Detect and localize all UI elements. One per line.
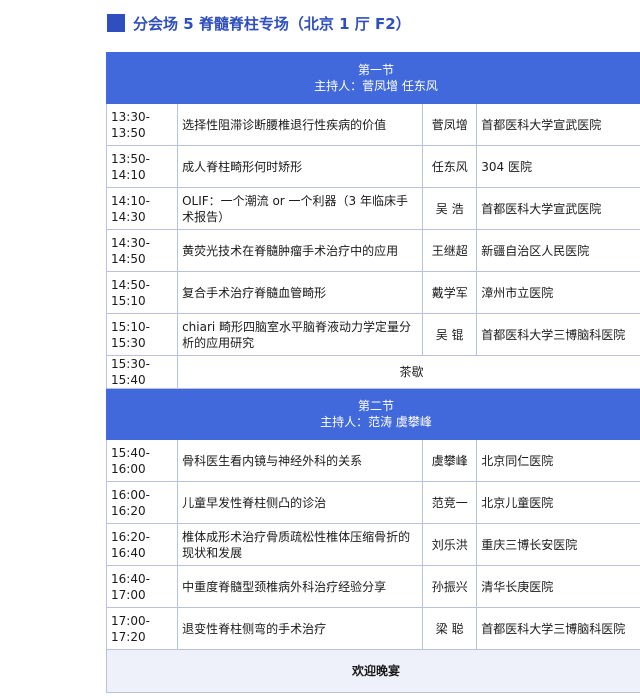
- talk-speaker: 范竞一: [422, 481, 478, 524]
- talk-institution: 首都医科大学宣武医院: [476, 103, 640, 146]
- talk-institution: 北京同仁医院: [476, 439, 640, 482]
- talk-speaker: 王继超: [422, 229, 478, 272]
- session-hosts: 主持人：菅凤增 任东风: [314, 79, 438, 93]
- session-header: 第二节 主持人：范涛 虞攀峰: [106, 388, 640, 440]
- talk-topic: 骨科医生看内镜与神经外科的关系: [177, 439, 424, 482]
- talk-speaker: 戴学军: [422, 271, 478, 314]
- talk-time: 16:40-17:00: [105, 565, 179, 608]
- talk-speaker: 刘乐洪: [422, 523, 478, 566]
- talk-topic: chiari 畸形四脑室水平脑脊液动力学定量分析的应用研究: [177, 313, 424, 356]
- talk-institution: 漳州市立医院: [476, 271, 640, 314]
- talk-time: 17:00-17:20: [105, 607, 179, 650]
- banquet-row: 欢迎晚宴: [106, 649, 640, 693]
- talk-institution: 首都医科大学三博脑科医院: [476, 313, 640, 356]
- talk-topic: 复合手术治疗脊髓血管畸形: [177, 271, 424, 314]
- talk-speaker: 孙振兴: [422, 565, 478, 608]
- talk-institution: 首都医科大学宣武医院: [476, 187, 640, 230]
- talk-speaker: 吴 浩: [422, 187, 478, 230]
- session-name: 第二节: [357, 399, 394, 413]
- break-row: 15:30-15:40 茶歇: [105, 355, 640, 389]
- talk-time: 15:40-16:00: [105, 439, 179, 482]
- talk-topic: 儿童早发性脊柱侧凸的诊治: [177, 481, 424, 524]
- talk-speaker: 梁 聪: [422, 607, 478, 650]
- talk-topic: 黄荧光技术在脊髓肿瘤手术治疗中的应用: [177, 229, 424, 272]
- talk-institution: 304 医院: [476, 145, 640, 188]
- talk-speaker: 任东风: [422, 145, 478, 188]
- talk-institution: 北京儿童医院: [476, 481, 640, 524]
- talk-institution: 新疆自治区人民医院: [476, 229, 640, 272]
- table-row: 14:50-15:10 复合手术治疗脊髓血管畸形 戴学军 漳州市立医院: [105, 271, 640, 314]
- talk-topic: 退变性脊柱侧弯的手术治疗: [177, 607, 424, 650]
- schedule-table: 第一节 主持人：菅凤增 任东风 13:30-13:50 选择性阻滞诊断腰椎退行性…: [105, 52, 640, 693]
- talk-speaker: 虞攀峰: [422, 439, 478, 482]
- table-row: 13:30-13:50 选择性阻滞诊断腰椎退行性疾病的价值 菅凤增 首都医科大学…: [105, 103, 640, 146]
- table-row: 14:10-14:30 OLIF：一个潮流 or 一个利器（3 年临床手术报告）…: [105, 187, 640, 230]
- table-row: 15:10-15:30 chiari 畸形四脑室水平脑脊液动力学定量分析的应用研…: [105, 313, 640, 356]
- talk-institution: 首都医科大学三博脑科医院: [476, 607, 640, 650]
- talk-topic: 成人脊柱畸形何时矫形: [177, 145, 424, 188]
- talk-time: 15:10-15:30: [105, 313, 179, 356]
- talk-time: 14:50-15:10: [105, 271, 179, 314]
- talk-time: 13:30-13:50: [105, 103, 179, 146]
- talk-topic: OLIF：一个潮流 or 一个利器（3 年临床手术报告）: [177, 187, 424, 230]
- session-name: 第一节: [357, 63, 394, 77]
- page-title: 分会场 5 脊髓脊柱专场（北京 1 厅 F2）: [133, 14, 411, 33]
- table-row: 16:20-16:40 椎体成形术治疗骨质疏松性椎体压缩骨折的现状和发展 刘乐洪…: [105, 523, 640, 566]
- table-row: 17:00-17:20 退变性脊柱侧弯的手术治疗 梁 聪 首都医科大学三博脑科医…: [105, 607, 640, 650]
- table-row: 15:40-16:00 骨科医生看内镜与神经外科的关系 虞攀峰 北京同仁医院: [105, 439, 640, 482]
- banquet-label: 欢迎晚宴: [106, 649, 640, 693]
- title-square-icon: [107, 14, 125, 32]
- talk-institution: 重庆三博长安医院: [476, 523, 640, 566]
- table-row: 13:50-14:10 成人脊柱畸形何时矫形 任东风 304 医院: [105, 145, 640, 188]
- talk-time: 14:30-14:50: [105, 229, 179, 272]
- talk-institution: 清华长庚医院: [476, 565, 640, 608]
- talk-speaker: 菅凤增: [422, 103, 478, 146]
- talk-time: 14:10-14:30: [105, 187, 179, 230]
- talk-time: 16:00-16:20: [105, 481, 179, 524]
- talk-topic: 中重度脊髓型颈椎病外科治疗经验分享: [177, 565, 424, 608]
- talk-time: 16:20-16:40: [105, 523, 179, 566]
- talk-topic: 椎体成形术治疗骨质疏松性椎体压缩骨折的现状和发展: [177, 523, 424, 566]
- table-row: 14:30-14:50 黄荧光技术在脊髓肿瘤手术治疗中的应用 王继超 新疆自治区…: [105, 229, 640, 272]
- table-row: 16:40-17:00 中重度脊髓型颈椎病外科治疗经验分享 孙振兴 清华长庚医院: [105, 565, 640, 608]
- talk-time: 13:50-14:10: [105, 145, 179, 188]
- session-hosts: 主持人：范涛 虞攀峰: [320, 415, 432, 429]
- talk-topic: 选择性阻滞诊断腰椎退行性疾病的价值: [177, 103, 424, 146]
- break-time: 15:30-15:40: [105, 355, 179, 389]
- page-title-bar: 分会场 5 脊髓脊柱专场（北京 1 厅 F2）: [107, 12, 411, 34]
- table-row: 16:00-16:20 儿童早发性脊柱侧凸的诊治 范竞一 北京儿童医院: [105, 481, 640, 524]
- talk-speaker: 吴 锟: [422, 313, 478, 356]
- session-header: 第一节 主持人：菅凤增 任东风: [106, 52, 640, 104]
- break-label: 茶歇: [177, 355, 640, 389]
